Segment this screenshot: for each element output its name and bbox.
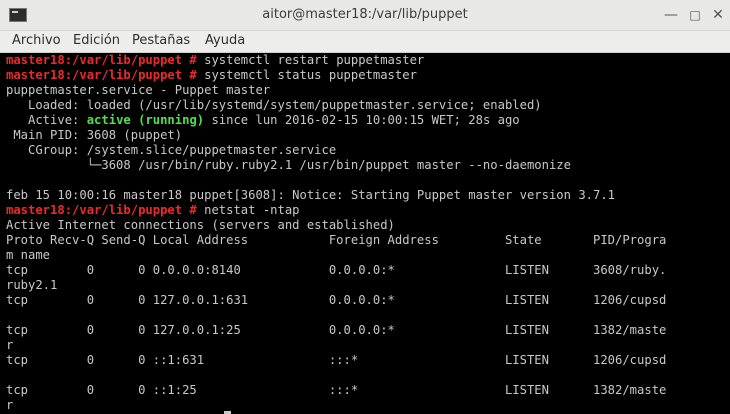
minimize-icon[interactable]: — (661, 5, 681, 25)
terminal-text: Loaded: loaded (/usr/lib/systemd/system/… (6, 98, 542, 112)
terminal-line: Proto Recv-Q Send-Q Local Address Foreig… (6, 233, 666, 248)
terminal-output[interactable]: master18:/var/lib/puppet # systemctl res… (0, 53, 730, 414)
close-icon[interactable]: ✕ (708, 5, 728, 25)
terminal-line: Loaded: loaded (/usr/lib/systemd/system/… (6, 98, 666, 113)
terminal-line: CGroup: /system.slice/puppetmaster.servi… (6, 143, 666, 158)
terminal-line: Main PID: 3608 (puppet) (6, 128, 666, 143)
terminal-line: master18:/var/lib/puppet # netstat -ntap (6, 203, 666, 218)
terminal-text: Proto Recv-Q Send-Q Local Address Foreig… (6, 233, 667, 247)
terminal-line: master18:/var/lib/puppet # systemctl sta… (6, 68, 666, 83)
shell-prompt: master18:/var/lib/puppet # (6, 53, 205, 67)
shell-prompt: master18:/var/lib/puppet # (6, 68, 205, 82)
terminal-text: netstat -ntap (204, 203, 300, 217)
terminal-text: Active: (6, 113, 87, 127)
maximize-icon[interactable]: □ (685, 5, 705, 25)
title-bar[interactable]: aitor@master18:/var/lib/puppet — □ ✕ (0, 0, 730, 31)
menu-archivo[interactable]: Archivo (12, 33, 61, 48)
menu-edicion[interactable]: Edición (73, 33, 120, 48)
terminal-line: Active Internet connections (servers and… (6, 218, 666, 233)
window-title: aitor@master18:/var/lib/puppet (262, 7, 468, 22)
shell-prompt: master18:/var/lib/puppet # (6, 203, 205, 217)
terminal-lines: master18:/var/lib/puppet # systemctl res… (6, 53, 666, 413)
terminal-text: └─3608 /usr/bin/ruby.ruby2.1 /usr/bin/pu… (6, 158, 571, 172)
terminal-text: systemctl restart puppetmaster (204, 53, 425, 67)
terminal-window: aitor@master18:/var/lib/puppet — □ ✕ Arc… (0, 0, 730, 414)
terminal-text: CGroup: /system.slice/puppetmaster.servi… (6, 143, 337, 157)
terminal-text: tcp 0 0 127.0.0.1:25 0.0.0.0:* LISTEN 13… (6, 323, 667, 337)
terminal-text: feb 15 10:00:16 master18 puppet[3608]: N… (6, 188, 616, 202)
terminal-text: tcp 0 0 ::1:631 :::* LISTEN 1206/cupsd (6, 353, 667, 367)
menu-bar: Archivo Edición Pestañas Ayuda (0, 31, 730, 53)
terminal-line: tcp 0 0 ::1:631 :::* LISTEN 1206/cupsd (6, 353, 666, 368)
menu-pestanas[interactable]: Pestañas (132, 33, 190, 48)
terminal-text: r (6, 338, 14, 352)
terminal-text: r (6, 398, 14, 412)
terminal-line: tcp 0 0 127.0.0.1:25 0.0.0.0:* LISTEN 13… (6, 323, 666, 338)
terminal-line: ruby2.1 (6, 278, 666, 293)
terminal-text: tcp 0 0 127.0.0.1:631 0.0.0.0:* LISTEN 1… (6, 293, 667, 307)
terminal-text: m name (6, 248, 51, 262)
terminal-line: tcp 0 0 ::1:25 :::* LISTEN 1382/maste (6, 383, 666, 398)
terminal-line: r (6, 398, 666, 413)
menu-ayuda[interactable]: Ayuda (205, 33, 245, 48)
terminal-line: m name (6, 248, 666, 263)
terminal-line: master18:/var/lib/puppet # systemctl res… (6, 53, 666, 68)
terminal-text: ruby2.1 (6, 278, 58, 292)
terminal-text: systemctl status puppetmaster (204, 68, 417, 82)
terminal-line: feb 15 10:00:16 master18 puppet[3608]: N… (6, 188, 666, 203)
terminal-line: puppetmaster.service - Puppet master (6, 83, 666, 98)
terminal-line: tcp 0 0 127.0.0.1:631 0.0.0.0:* LISTEN 1… (6, 293, 666, 308)
terminal-text: Main PID: 3608 (puppet) (6, 128, 183, 142)
terminal-line: └─3608 /usr/bin/ruby.ruby2.1 /usr/bin/pu… (6, 158, 666, 173)
terminal-text: puppetmaster.service - Puppet master (6, 83, 271, 97)
status-active: active (running) (86, 113, 205, 127)
terminal-text: since lun 2016-02-15 10:00:15 WET; 28s a… (204, 113, 520, 127)
terminal-line: tcp 0 0 0.0.0.0:8140 0.0.0.0:* LISTEN 36… (6, 263, 666, 278)
terminal-line: Active: active (running) since lun 2016-… (6, 113, 666, 128)
terminal-line: r (6, 338, 666, 353)
terminal-text: tcp 0 0 ::1:25 :::* LISTEN 1382/maste (6, 383, 667, 397)
terminal-text: tcp 0 0 0.0.0.0:8140 0.0.0.0:* LISTEN 36… (6, 263, 667, 277)
terminal-text: Active Internet connections (servers and… (6, 218, 395, 232)
